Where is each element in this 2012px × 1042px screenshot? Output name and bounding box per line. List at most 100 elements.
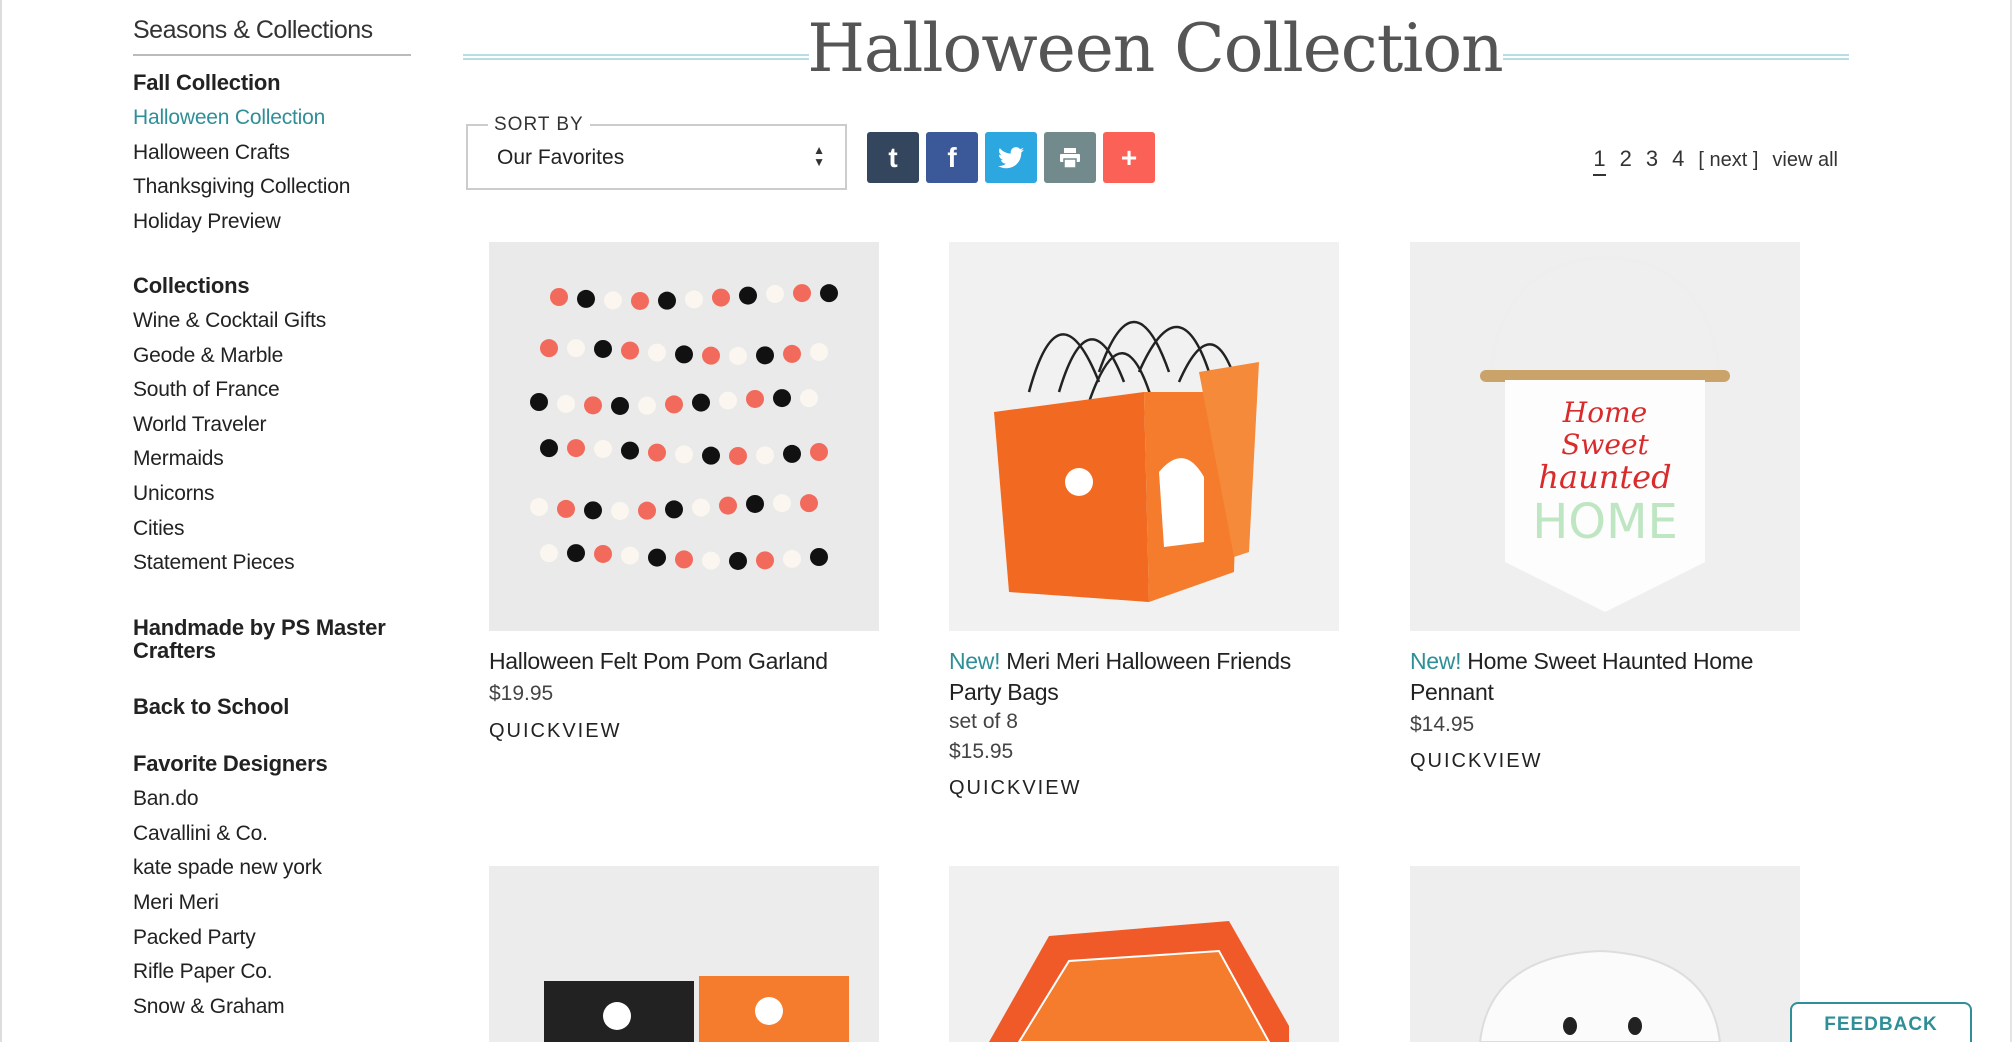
new-badge: New! [949,648,1001,674]
page-3-link[interactable]: 3 [1646,146,1658,172]
sidebar-item-packed-party[interactable]: Packed Party [133,926,256,950]
pom-pom [648,343,666,362]
product-subtitle: set of 8 [949,710,1018,733]
pom-pom [658,291,676,310]
pom-pom [611,501,629,520]
pom-pom [675,445,693,464]
product-image-ghost-plates[interactable] [1410,866,1800,1042]
pennant-text-home2: HOME [1532,494,1678,550]
product-image-pennant[interactable]: Home Sweet haunted HOME [1410,242,1800,631]
pom-pom [783,344,801,363]
pom-pom [746,389,764,408]
sort-value: Our Favorites [497,146,625,169]
sidebar-item-meri-meri[interactable]: Meri Meri [133,891,219,915]
sidebar-item-holiday-preview[interactable]: Holiday Preview [133,210,281,234]
plus-icon: + [1120,141,1138,173]
page-1-link[interactable]: 1 [1593,146,1606,176]
pom-pom [675,345,693,364]
next-page-link[interactable]: [ next ] [1698,149,1758,172]
pom-pom [766,284,784,303]
page-2-link[interactable]: 2 [1620,146,1632,172]
sidebar-item-rifle-paper[interactable]: Rifle Paper Co. [133,960,273,984]
sidebar-heading-handmade[interactable]: Handmade by PS Master Crafters [133,616,423,662]
sort-label: SORT BY [488,114,590,136]
sidebar-item-geode[interactable]: Geode & Marble [133,344,283,368]
pom-pom [756,346,774,365]
sort-select[interactable]: SORT BY Our Favorites ▲ ▼ [466,114,847,190]
product-image-plates[interactable] [949,866,1339,1042]
pom-pom [783,444,801,463]
pom-pom [702,346,720,365]
sidebar-item-unicorns[interactable]: Unicorns [133,482,214,506]
quickview-button[interactable]: QUICKVIEW [489,720,621,743]
view-all-link[interactable]: view all [1772,149,1838,172]
pom-pom [800,494,818,513]
pennant-illustration: Home Sweet haunted HOME [1480,255,1730,612]
pom-pom [746,494,764,513]
skeleton-bags-illustration [544,976,849,1042]
party-bags-illustration [994,321,1259,602]
pom-pom [540,439,558,458]
pennant-text-haunted: haunted [1538,458,1671,496]
quickview-button[interactable]: QUICKVIEW [949,777,1081,800]
pom-pom [702,446,720,465]
sidebar-item-thanksgiving[interactable]: Thanksgiving Collection [133,175,350,199]
product-title[interactable]: Halloween Felt Pom Pom Garland [489,646,879,677]
pom-pom [800,389,818,408]
tumblr-icon: t [888,141,898,173]
sidebar-item-world-traveler[interactable]: World Traveler [133,413,267,437]
sidebar-item-snow-graham[interactable]: Snow & Graham [133,995,285,1019]
sidebar-item-mermaids[interactable]: Mermaids [133,447,224,471]
share-twitter-button[interactable] [985,132,1037,183]
sidebar-heading-designers[interactable]: Favorite Designers [133,752,328,775]
page-4-link[interactable]: 4 [1672,146,1684,172]
product-title[interactable]: New! Meri Meri Halloween Friends Party B… [949,646,1339,708]
feedback-button[interactable]: FEEDBACK [1790,1002,1972,1042]
share-facebook-button[interactable]: f [926,132,978,183]
pom-pom [719,391,737,410]
sidebar-item-halloween-crafts[interactable]: Halloween Crafts [133,141,290,165]
pom-pom [810,443,828,461]
pom-pom [594,544,612,563]
twitter-icon [998,146,1024,168]
product-name: Halloween Felt Pom Pom Garland [489,648,828,674]
sidebar-item-france[interactable]: South of France [133,378,280,402]
sidebar-item-cities[interactable]: Cities [133,517,185,541]
pom-pom [540,544,558,563]
pom-pom [702,551,720,570]
sidebar-item-halloween-collection[interactable]: Halloween Collection [133,106,325,130]
product-image-skeleton-bags[interactable] [489,866,879,1042]
pom-pom [810,343,828,361]
print-icon [1060,147,1080,168]
pom-pom [557,394,575,413]
sidebar-heading-back-to-school[interactable]: Back to School [133,695,289,718]
pennant-text-sweet: Sweet [1561,428,1649,461]
sidebar-item-kate-spade[interactable]: kate spade new york [133,856,322,880]
product-title[interactable]: New! Home Sweet Haunted Home Pennant [1410,646,1800,708]
pom-pom [773,494,791,513]
share-tumblr-button[interactable]: t [867,132,919,183]
product-image-garland[interactable] [489,242,879,631]
sort-arrows-icon: ▲ ▼ [813,143,825,169]
sidebar-heading-fall[interactable]: Fall Collection [133,71,281,94]
pom-pom [530,498,548,516]
pom-pom [584,396,602,415]
pom-pom [594,439,612,458]
print-button[interactable] [1044,132,1096,183]
sidebar-item-wine[interactable]: Wine & Cocktail Gifts [133,309,326,333]
sidebar-item-statement[interactable]: Statement Pieces [133,551,295,575]
pom-pom [756,551,774,570]
product-image-party-bags[interactable] [949,242,1339,631]
share-more-button[interactable]: + [1103,132,1155,183]
pom-pom [621,441,639,460]
pom-pom [692,498,710,517]
quickview-button[interactable]: QUICKVIEW [1410,750,1542,773]
product-price: $15.95 [949,740,1014,763]
title-rule-left [463,54,809,60]
pom-pom [621,341,639,360]
pom-pom [739,286,757,305]
sidebar-heading-collections[interactable]: Collections [133,274,250,297]
sidebar-item-cavallini[interactable]: Cavallini & Co. [133,822,268,846]
pom-pom [810,548,828,566]
sidebar-item-bando[interactable]: Ban.do [133,787,199,811]
